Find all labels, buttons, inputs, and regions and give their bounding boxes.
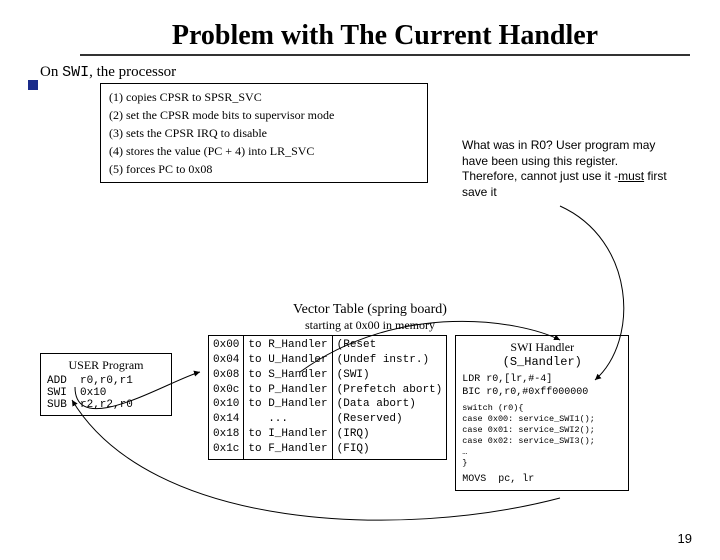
processor-steps-box: (1) copies CPSR to SPSR_SVC (2) set the … [100,83,428,183]
vt-addresses: 0x00 0x04 0x08 0x0c 0x10 0x14 0x18 0x1c [208,335,244,460]
r0-note: What was in R0? User program may have be… [462,138,672,200]
user-program-box: USER Program ADD r0,r0,r1 SWI 0x10 SUB r… [40,353,172,416]
vector-table: 0x00 0x04 0x08 0x0c 0x10 0x14 0x18 0x1c … [208,335,447,460]
step-5: (5) forces PC to 0x08 [109,160,419,178]
step-2: (2) set the CPSR mode bits to supervisor… [109,106,419,124]
step-1: (1) copies CPSR to SPSR_SVC [109,88,419,106]
swi-handler-header2: (S_Handler) [462,355,622,369]
accent-square [28,80,38,90]
vector-table-title: Vector Table (spring board) [40,302,700,318]
swi-code-ldr-bic: LDR r0,[lr,#-4] BIC r0,r0,#0xff000000 [462,373,622,399]
vt-descriptions: (Reset (Undef instr.) (SWI) (Prefetch ab… [333,335,448,460]
user-program-code: ADD r0,r0,r1 SWI 0x10 SUB r2,r2,r0 [47,375,165,411]
vt-handlers: to R_Handler to U_Handler to S_Handler t… [244,335,332,460]
swi-handler-header1: SWI Handler [462,340,622,355]
swi-code-movs: MOVS pc, lr [462,473,622,486]
swi-heading: On SWI, the processor [40,64,720,81]
swi-heading-post: , the processor [89,64,176,80]
page-number: 19 [678,531,692,546]
step-3: (3) sets the CPSR IRQ to disable [109,124,419,142]
swi-handler-box: SWI Handler (S_Handler) LDR r0,[lr,#-4] … [455,335,629,491]
swi-heading-pre: On [40,64,62,80]
columns-row: USER Program ADD r0,r0,r1 SWI 0x10 SUB r… [40,335,700,491]
step-4: (4) stores the value (PC + 4) into LR_SV… [109,142,419,160]
lower-section: Vector Table (spring board) starting at … [40,302,700,491]
swi-code-switch: switch (r0){ case 0x00: service_SWI1(); … [462,403,622,469]
swi-heading-code: SWI [62,64,89,81]
vector-table-subtitle: starting at 0x00 in memory [40,318,700,333]
user-program-header: USER Program [47,358,165,373]
slide-title: Problem with The Current Handler [80,20,690,56]
note-underline: must [618,169,644,183]
